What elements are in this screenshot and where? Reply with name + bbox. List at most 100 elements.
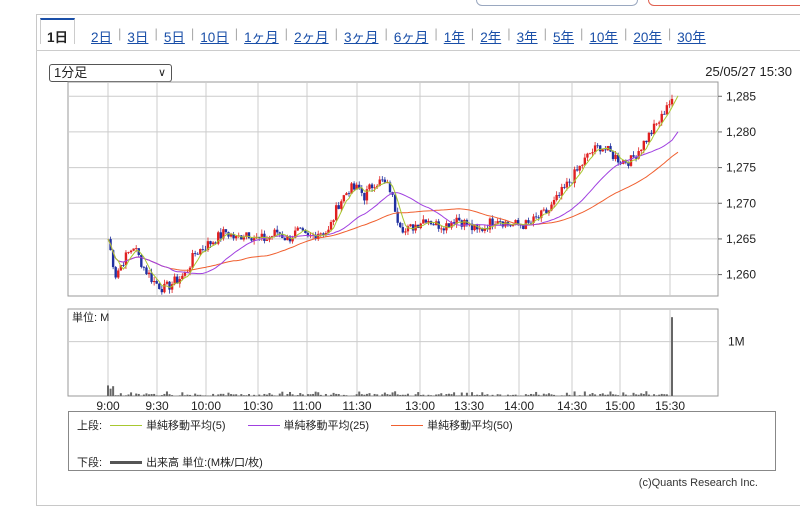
candle-body [579,166,581,171]
volume-bar [448,394,450,396]
candle-body [125,252,127,265]
candle-body [614,155,616,159]
volume-bar [579,395,581,396]
price-tick-label: 1,280 [726,125,756,139]
volume-bar [551,394,553,396]
volume-bar [515,395,517,396]
volume-bar [530,394,532,396]
candle-body [558,195,560,196]
candle-body [399,223,401,227]
volume-bar [110,389,112,396]
candle-body [299,228,301,229]
candle-body [581,165,583,166]
volume-bar [163,394,165,396]
candle-body [645,141,647,142]
candle-body [602,149,604,151]
volume-bar [330,395,332,396]
volume-bar [320,395,322,396]
volume-bar [230,394,232,396]
volume-bar [343,395,345,396]
candle-body [114,267,116,277]
volume-bar [381,394,383,396]
candle-body [522,226,524,229]
volume-bar [443,395,445,396]
volume-bar [497,394,499,396]
candle-body [650,133,652,134]
candle-body [343,195,345,201]
volume-bar [128,394,130,396]
legend-line-sma50 [391,425,423,426]
volume-bar [645,391,647,396]
candle-body [266,240,268,241]
volume-bar [358,392,360,396]
volume-bar [384,393,386,396]
candle-body [202,249,204,250]
candle-body [197,254,199,255]
candle-body [132,249,134,251]
volume-bar [151,394,153,396]
candle-body [432,224,434,225]
volume-bar [666,394,668,396]
candle-body [345,193,347,195]
volume-bar [269,393,271,396]
candle-body [632,155,634,157]
candle-body [661,114,663,123]
volume-bar [420,395,422,396]
candle-body [463,220,465,227]
volume-bar [112,386,114,396]
volume-bar [338,394,340,396]
volume-bar [451,394,453,396]
volume-bar [307,394,309,396]
candle-body [348,193,350,194]
candle-body [599,145,601,151]
volume-bar [525,394,527,396]
volume-bar [468,395,470,396]
volume-bar [397,394,399,396]
candle-body [537,217,539,218]
candle-body [443,228,445,230]
volume-bar [184,395,186,396]
candle-body [235,236,237,238]
volume-bar [584,391,586,396]
volume-bar [671,317,673,396]
volume-bar [166,391,168,396]
volume-bar [294,395,296,396]
volume-bar [404,395,406,396]
volume-bar [204,395,206,396]
volume-bar [407,394,409,396]
candle-body [143,267,145,268]
legend-upper-row: 上段: 単純移動平均(5) 単純移動平均(25) 単純移動平均(50) [77,417,513,433]
volume-bar [153,394,155,396]
candle-body [491,219,493,226]
volume-bar [512,395,514,396]
candle-body [555,195,557,200]
volume-bar [199,395,201,396]
candle-body [527,220,529,223]
candle-body [148,273,150,274]
volume-bar [589,394,591,396]
volume-bar [225,395,227,396]
volume-bar [325,394,327,396]
candle-body [158,284,160,289]
volume-bar [310,394,312,396]
volume-unit-label: 単位: M [72,310,109,324]
candle-body [384,180,386,183]
volume-bar [458,395,460,396]
volume-bar [638,395,640,396]
candle-body [653,124,655,134]
candle-body [648,133,650,142]
volume-bar [561,395,563,396]
volume-bar [535,392,537,396]
volume-bar [363,395,365,396]
volume-bar [430,395,432,396]
candle-body [320,233,322,234]
candle-body [122,265,124,266]
volume-bar [615,395,617,396]
volume-bar [258,395,260,396]
candle-body [297,228,299,231]
volume-bar [345,395,347,396]
volume-bar [630,395,632,396]
chart-legend: 上段: 単純移動平均(5) 単純移動平均(25) 単純移動平均(50) 下段: … [68,411,776,471]
candle-body [409,224,411,226]
volume-bar [445,394,447,396]
